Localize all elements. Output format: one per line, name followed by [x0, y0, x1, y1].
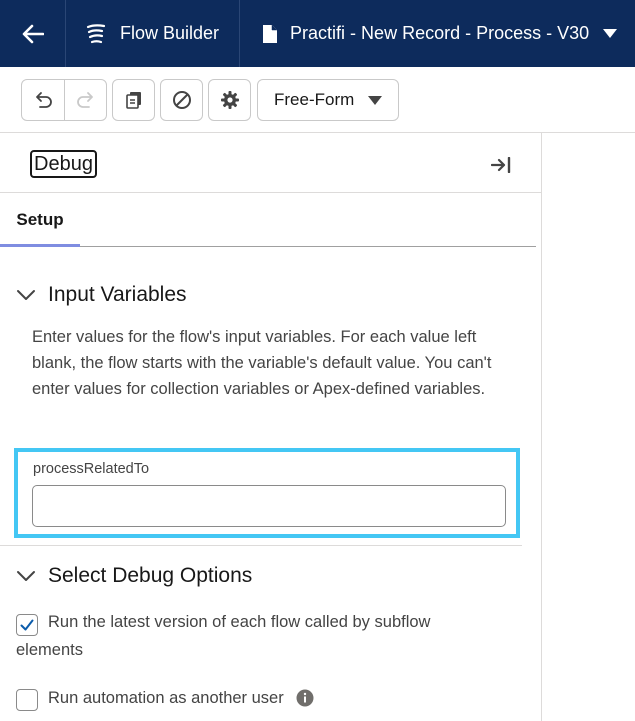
- flow-title: Practifi - New Record - Process - V30: [290, 23, 590, 43]
- undo-redo-group: [21, 79, 107, 121]
- debug-options-section-toggle[interactable]: Select Debug Options: [16, 564, 252, 588]
- app-title: Flow Builder: [120, 23, 220, 43]
- back-button[interactable]: [0, 0, 66, 67]
- chevron-down-icon: [368, 95, 382, 105]
- redo-icon: [76, 92, 93, 108]
- undo-button[interactable]: [22, 80, 64, 120]
- app-header: Flow Builder Practifi - New Record - Pro…: [0, 0, 635, 67]
- redo-button[interactable]: [64, 80, 106, 120]
- stop-button[interactable]: [160, 79, 203, 121]
- settings-button-inner: [209, 80, 250, 120]
- copy-icon: [125, 92, 141, 109]
- flow-title-dropdown[interactable]: Practifi - New Record - Process - V30: [240, 0, 618, 67]
- settings-button[interactable]: [208, 79, 251, 121]
- chevron-down-icon: [16, 570, 36, 582]
- input-variables-section-toggle[interactable]: Input Variables: [16, 283, 187, 307]
- collapse-panel-icon[interactable]: [491, 157, 511, 173]
- process-related-to-field: processRelatedTo: [14, 448, 520, 538]
- tab-bar: Setup: [0, 193, 541, 247]
- chevron-down-icon: [603, 29, 618, 38]
- panel-header: Debug: [0, 133, 541, 193]
- process-related-to-label: processRelatedTo: [33, 461, 150, 477]
- process-related-to-input[interactable]: [32, 485, 506, 527]
- run-as-user-label: Run automation as another user: [48, 689, 284, 707]
- input-variables-heading: Input Variables: [48, 283, 187, 306]
- info-icon[interactable]: [296, 689, 314, 707]
- tab-setup[interactable]: Setup: [0, 193, 80, 247]
- option-latest-subflow-version: Run the latest version of each flow call…: [16, 608, 496, 664]
- section-divider: [0, 545, 522, 546]
- chevron-down-icon: [16, 289, 36, 301]
- tab-divider: [80, 246, 536, 247]
- app-name-section: Flow Builder: [66, 0, 241, 67]
- debug-options-heading: Select Debug Options: [48, 564, 253, 587]
- latest-subflow-label: Run the latest version of each flow call…: [16, 613, 431, 659]
- copy-button[interactable]: [112, 79, 155, 121]
- input-variables-description: Enter values for the flow's input variab…: [32, 328, 492, 398]
- panel-title: Debug: [30, 150, 97, 178]
- flow-builder-icon: [86, 23, 106, 45]
- toolbar: Free-Form: [0, 67, 635, 133]
- latest-subflow-checkbox[interactable]: [16, 614, 38, 636]
- copy-button-inner: [113, 80, 154, 120]
- document-icon: [262, 24, 278, 44]
- gear-icon: [220, 91, 239, 109]
- undo-icon: [36, 92, 52, 108]
- stop-button-inner: [161, 80, 202, 120]
- stop-icon: [172, 91, 191, 109]
- option-run-as-another-user: Run automation as another user: [16, 684, 314, 712]
- checkmark-icon: [20, 619, 34, 631]
- back-arrow-icon: [22, 24, 44, 43]
- canvas-mode-select[interactable]: Free-Form: [257, 79, 399, 121]
- debug-panel: Debug Setup Input Variables Enter values…: [0, 133, 542, 721]
- run-as-user-checkbox[interactable]: [16, 688, 38, 711]
- canvas-mode-value: Free-Form: [274, 90, 355, 109]
